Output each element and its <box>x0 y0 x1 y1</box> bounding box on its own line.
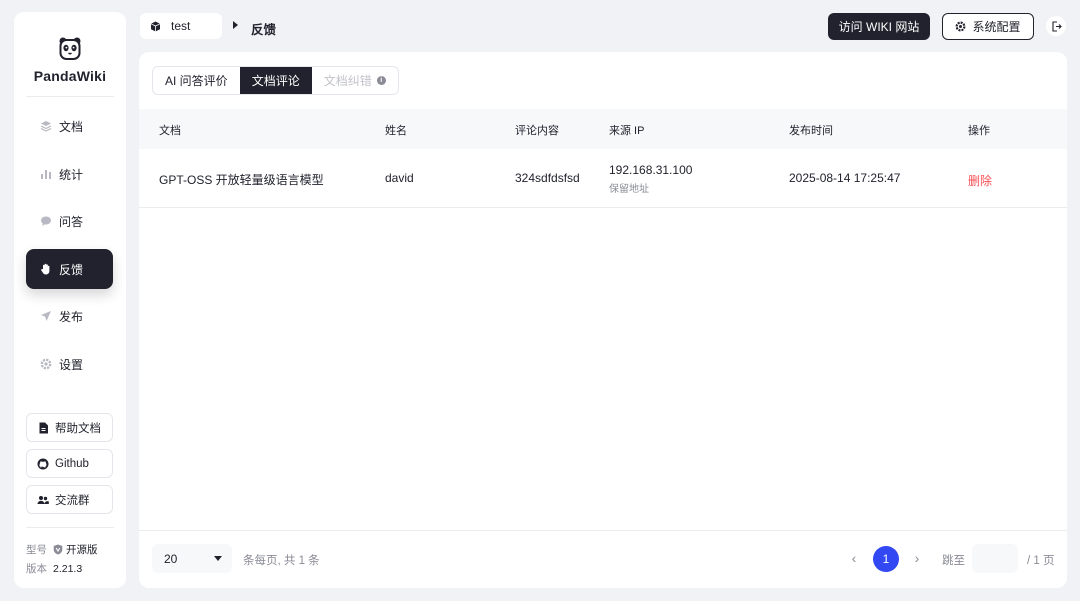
sidebar-item-qa[interactable]: 问答 <box>26 201 113 241</box>
column-header-time: 发布时间 <box>789 125 833 137</box>
breadcrumb-arrow-icon <box>233 21 238 29</box>
column-header-doc: 文档 <box>159 125 181 137</box>
version-label: 版本 <box>26 563 47 575</box>
page-size-value: 20 <box>164 551 178 566</box>
sidebar-item-feedback[interactable]: 反馈 <box>26 249 113 289</box>
divider <box>139 530 1067 531</box>
community-label: 交流群 <box>55 494 90 507</box>
feedback-tabs: AI 问答评价 文档评论 文档纠错 i <box>152 66 399 95</box>
chat-bubble-icon <box>40 215 52 227</box>
edition-row: 型号 开源版 <box>26 542 98 557</box>
table-header: 文档 姓名 评论内容 来源 IP 发布时间 操作 <box>139 109 1067 149</box>
sidebar-item-publish[interactable]: 发布 <box>26 296 113 336</box>
cell-doc[interactable]: GPT-OSS 开放轻量级语言模型 <box>159 171 324 188</box>
app-name: PandaWiki <box>33 68 107 84</box>
next-page-button[interactable]: › <box>909 550 925 566</box>
cell-content: 324sdfdsfsd <box>515 171 580 185</box>
divider <box>26 96 114 97</box>
bar-chart-icon <box>40 168 52 180</box>
page-size-select[interactable]: 20 <box>152 544 232 573</box>
tab-ai-qa-rating[interactable]: AI 问答评价 <box>153 67 240 94</box>
column-header-content: 评论内容 <box>515 125 559 137</box>
sidebar-item-label: 设置 <box>59 357 84 372</box>
kb-name: test <box>171 19 191 33</box>
kb-selector[interactable]: test <box>140 13 222 39</box>
column-header-action: 操作 <box>968 125 990 137</box>
cell-name: david <box>385 171 414 185</box>
logout-icon <box>1051 20 1062 32</box>
delete-button[interactable]: 删除 <box>968 172 992 189</box>
hand-icon <box>40 263 52 275</box>
jump-page-input[interactable] <box>972 544 1018 573</box>
main-panel: AI 问答评价 文档评论 文档纠错 i 文档 姓名 评论内容 来源 IP 发布时… <box>139 52 1067 588</box>
shield-icon <box>53 544 63 555</box>
github-button[interactable]: Github <box>26 449 113 478</box>
system-config-button[interactable]: 系统配置 <box>942 13 1034 40</box>
table-row: GPT-OSS 开放轻量级语言模型 david 324sdfdsfsd 192.… <box>139 149 1067 208</box>
cell-ip: 192.168.31.100 <box>609 163 693 177</box>
doc-stack-icon <box>40 120 52 132</box>
total-pages: / 1 页 <box>1027 555 1055 567</box>
visit-wiki-button[interactable]: 访问 WIKI 网站 <box>828 13 930 40</box>
help-doc-label: 帮助文档 <box>55 422 101 435</box>
sidebar: PandaWiki 文档 统计 问答 反馈 发布 设置 帮助文档 Github … <box>14 12 126 588</box>
sidebar-item-label: 文档 <box>59 119 84 134</box>
send-icon <box>40 310 52 322</box>
sidebar-item-stats[interactable]: 统计 <box>26 154 113 194</box>
sidebar-item-settings[interactable]: 设置 <box>26 344 113 384</box>
version-row: 版本 2.21.3 <box>26 561 82 576</box>
page-number-current[interactable]: 1 <box>873 546 899 572</box>
cell-ip-note: 保留地址 <box>609 184 649 195</box>
document-icon <box>37 422 49 434</box>
caret-down-icon <box>214 556 222 561</box>
tab-label: 文档纠错 <box>323 74 372 88</box>
group-icon <box>37 494 49 506</box>
system-config-label: 系统配置 <box>972 20 1021 34</box>
page-info: 条每页, 共 1 条 <box>243 555 320 567</box>
panda-logo-icon <box>59 37 81 60</box>
github-icon <box>37 458 49 470</box>
github-label: Github <box>55 457 89 470</box>
prev-page-button[interactable]: ‹ <box>846 550 862 566</box>
cube-icon <box>150 21 161 31</box>
tab-doc-corrections: 文档纠错 i <box>312 67 398 94</box>
sidebar-item-docs[interactable]: 文档 <box>26 106 113 146</box>
page-title: 反馈 <box>251 23 277 37</box>
sidebar-item-label: 统计 <box>59 167 84 182</box>
sidebar-item-label: 问答 <box>59 214 84 229</box>
edition-label: 型号 <box>26 544 47 556</box>
info-icon: i <box>376 76 386 85</box>
cell-time: 2025-08-14 17:25:47 <box>789 171 901 185</box>
version-value: 2.21.3 <box>53 562 83 575</box>
column-header-ip: 来源 IP <box>609 125 645 137</box>
sidebar-item-label: 发布 <box>59 309 84 324</box>
divider <box>26 527 114 528</box>
column-header-name: 姓名 <box>385 125 407 137</box>
edition-value: 开源版 <box>66 544 98 556</box>
community-button[interactable]: 交流群 <box>26 485 113 514</box>
tab-doc-comments[interactable]: 文档评论 <box>239 67 312 94</box>
sidebar-item-label: 反馈 <box>59 262 84 277</box>
help-doc-button[interactable]: 帮助文档 <box>26 413 113 442</box>
logout-button[interactable] <box>1046 16 1066 36</box>
jump-label: 跳至 <box>942 555 965 567</box>
app-logo[interactable]: PandaWiki <box>14 36 126 84</box>
gear-icon <box>40 358 52 370</box>
gear-icon <box>956 21 966 32</box>
